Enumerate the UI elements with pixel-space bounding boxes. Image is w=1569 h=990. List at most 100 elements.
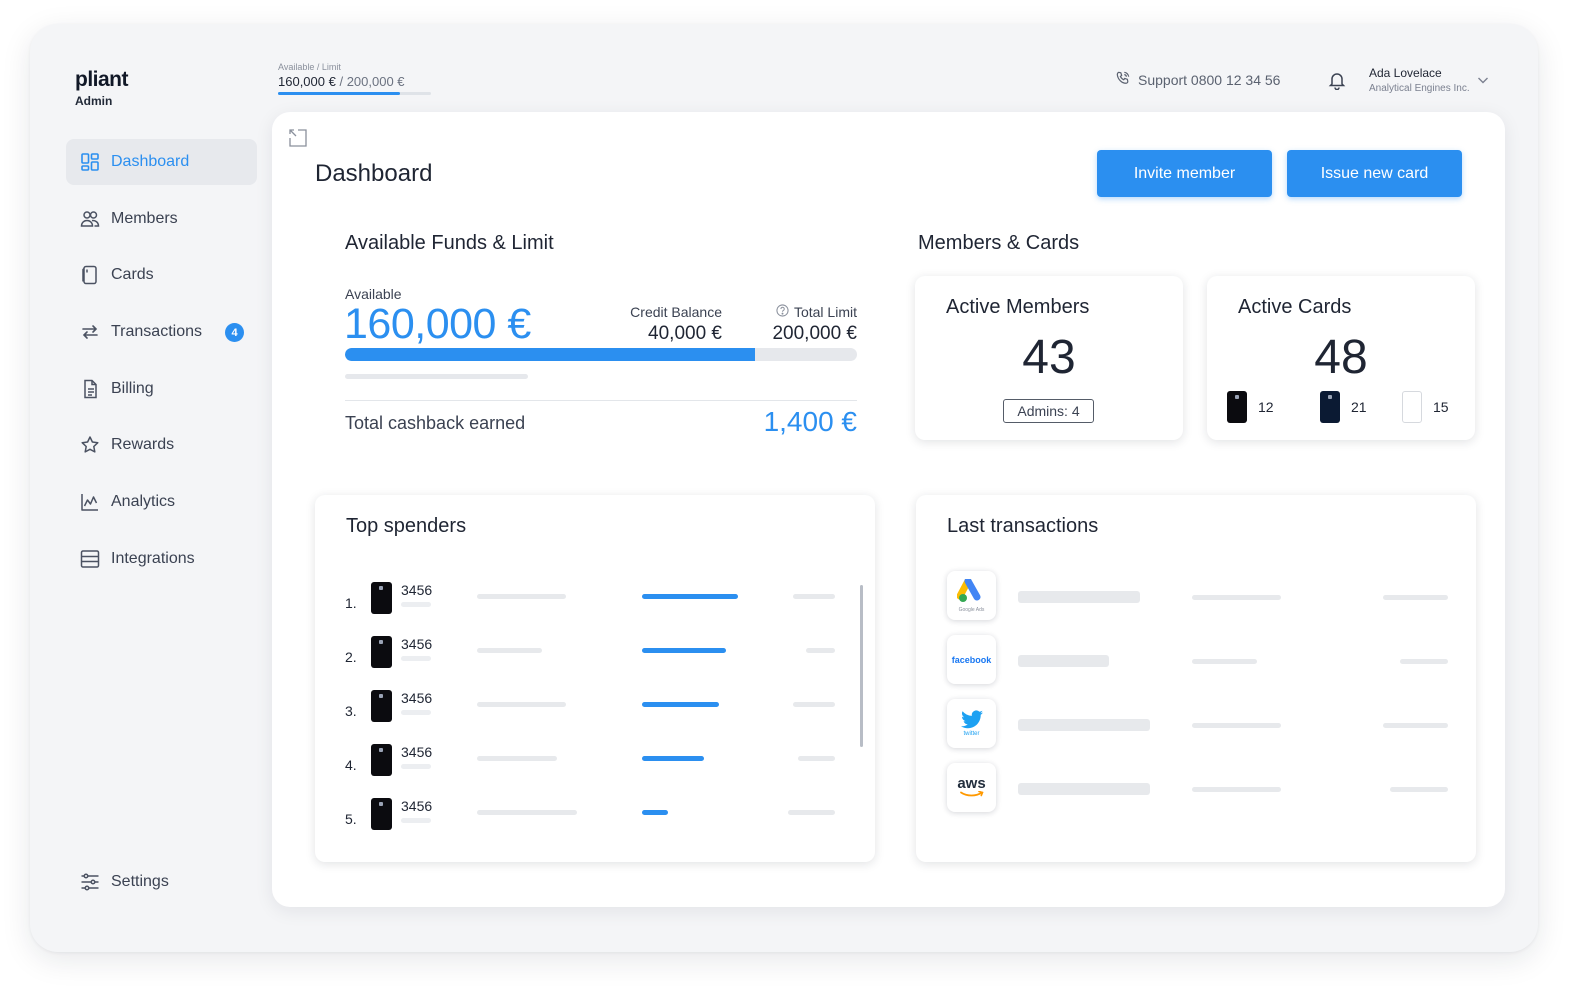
spender-card-number: 3456 (401, 798, 433, 814)
issue-new-card-button[interactable]: Issue new card (1287, 150, 1462, 197)
skeleton-line (477, 810, 577, 815)
cashback-label: Total cashback earned (345, 413, 526, 433)
facebook-logo: facebook (947, 635, 996, 684)
active-members-title: Active Members (946, 296, 1090, 318)
active-cards-card[interactable]: Active Cards 48 12 21 15 (1207, 276, 1475, 440)
active-members-card[interactable]: Active Members 43 Admins: 4 (915, 276, 1183, 440)
sidebar-item-rewards[interactable]: Rewards (66, 422, 257, 468)
invite-member-button[interactable]: Invite member (1097, 150, 1272, 197)
sidebar-item-settings[interactable]: Settings (66, 859, 257, 905)
spender-rank: 5. (345, 811, 357, 827)
scrollbar[interactable] (860, 585, 863, 747)
black-card-icon (1227, 391, 1247, 423)
skeleton-line (1390, 787, 1448, 792)
expand-icon[interactable] (289, 129, 307, 147)
funds-title: Available Funds & Limit (345, 232, 554, 254)
sidebar-item-integrations[interactable]: Integrations (66, 536, 257, 582)
funds-progress-fill (345, 348, 755, 361)
card-type-navy: 21 (1320, 391, 1367, 423)
members-cards-title: Members & Cards (918, 232, 1080, 254)
spender-row[interactable]: 5. 3456 (315, 798, 875, 838)
support-phone[interactable]: Support 0800 12 34 56 (1116, 71, 1280, 88)
top-spenders-card: Top spenders 1. 3456 2. 3456 3. 3456 4. 3456 5. 3… (315, 495, 875, 862)
spender-row[interactable]: 2. 3456 (315, 636, 875, 676)
limit-amount: 200,000 € (346, 74, 405, 89)
skeleton-line (401, 764, 431, 769)
bell-icon[interactable] (1327, 70, 1347, 91)
sidebar-item-transactions[interactable]: Transactions 4 (66, 309, 257, 355)
spender-row[interactable]: 4. 3456 (315, 744, 875, 784)
skeleton-line (1383, 595, 1448, 600)
transaction-row[interactable]: aws (916, 763, 1476, 813)
help-icon[interactable] (776, 304, 794, 320)
analytics-icon (80, 492, 100, 512)
last-transactions-card: Last transactions Google Ads facebook tw… (916, 495, 1476, 862)
user-company: Analytical Engines Inc. (1369, 83, 1470, 94)
transaction-row[interactable]: facebook (916, 635, 1476, 685)
skeleton-line (1192, 595, 1281, 600)
skeleton-line (401, 818, 431, 823)
spender-row[interactable]: 3. 3456 (315, 690, 875, 730)
skeleton-line (1192, 787, 1281, 792)
skeleton-line (477, 648, 542, 653)
card-icon (371, 744, 392, 776)
card-type-white: 15 (1402, 391, 1449, 423)
sidebar-item-analytics[interactable]: Analytics (66, 479, 257, 525)
transactions-icon (80, 322, 100, 342)
google-ads-logo: Google Ads (947, 571, 996, 620)
card-type-count: 12 (1258, 399, 1274, 415)
total-limit-label: Total Limit (793, 304, 857, 320)
transaction-row[interactable]: Google Ads (916, 571, 1476, 621)
spend-bar (642, 810, 668, 815)
sidebar-item-billing[interactable]: Billing (66, 366, 257, 412)
spend-bar (642, 648, 726, 653)
available-funds-section: Available Funds & Limit Available 160,00… (344, 230, 857, 450)
available-limit-indicator[interactable]: Available / Limit 160,000 € / 200,000 € (278, 62, 431, 95)
card-type-black: 12 (1227, 391, 1274, 423)
sidebar-item-label: Billing (111, 379, 154, 397)
spender-rank: 3. (345, 703, 357, 719)
skeleton-line (1018, 783, 1150, 795)
brand-logo[interactable]: pliant Admin (75, 68, 129, 108)
spend-bar (642, 702, 719, 707)
spender-card-number: 3456 (401, 636, 433, 652)
transaction-row[interactable]: twitter (916, 699, 1476, 749)
app-window: pliant Admin Dashboard Members Cards Tra… (30, 24, 1538, 952)
spender-card-number: 3456 (401, 582, 433, 598)
sidebar-nav: Dashboard Members Cards Transactions 4 B… (66, 139, 257, 593)
skeleton-line (793, 594, 835, 599)
phone-icon (1116, 71, 1138, 88)
skeleton-line (477, 702, 566, 707)
navy-card-icon (1320, 391, 1340, 423)
skeleton-line (401, 710, 431, 715)
sidebar-item-label: Dashboard (111, 153, 190, 170)
sidebar-item-cards[interactable]: Cards (66, 252, 257, 298)
main-panel: Dashboard Invite member Issue new card A… (272, 112, 1505, 907)
funds-progress-bar (345, 348, 857, 361)
chevron-down-icon[interactable] (1476, 73, 1490, 87)
spender-card-number: 3456 (401, 690, 433, 706)
aws-logo: aws (947, 763, 996, 812)
funds-placeholder-line (345, 374, 528, 379)
billing-icon (80, 379, 100, 399)
limit-values: 160,000 € / 200,000 € (278, 74, 431, 89)
skeleton-line (798, 756, 835, 761)
members-icon (80, 209, 100, 229)
spender-rank: 2. (345, 649, 357, 665)
merchant-label: twitter (963, 731, 980, 737)
skeleton-line (477, 594, 566, 599)
spender-card-number: 3456 (401, 744, 433, 760)
spender-row[interactable]: 1. 3456 (315, 582, 875, 622)
skeleton-line (477, 756, 557, 761)
dashboard-icon (80, 152, 100, 172)
limit-progress-fill (278, 92, 401, 95)
user-menu[interactable]: Ada Lovelace Analytical Engines Inc. (1369, 66, 1470, 94)
user-name: Ada Lovelace (1369, 66, 1442, 80)
sidebar-item-members[interactable]: Members (66, 196, 257, 242)
sidebar-item-dashboard[interactable]: Dashboard (66, 139, 257, 185)
total-limit: Total Limit 200,000 € (772, 304, 857, 345)
integrations-icon (80, 549, 100, 569)
sidebar-item-label: Settings (111, 873, 169, 890)
limit-progress-bar (278, 92, 431, 95)
skeleton-line (1400, 659, 1448, 664)
